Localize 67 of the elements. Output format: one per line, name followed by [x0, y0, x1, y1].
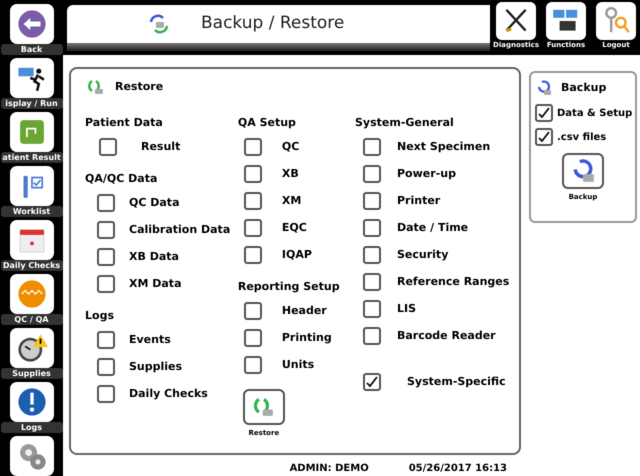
option-label: Data & Setup	[557, 106, 632, 120]
checkbox[interactable]	[244, 302, 262, 320]
window-title: Backup / Restore	[201, 12, 344, 36]
option-label: QC	[282, 138, 300, 155]
option-label: Next Specimen	[397, 138, 490, 155]
checkbox[interactable]	[244, 329, 262, 347]
backup-restore-icon	[147, 12, 171, 36]
checkbox[interactable]	[244, 246, 262, 264]
option-label: EQC	[282, 220, 307, 236]
option-label: Supplies	[129, 358, 182, 375]
option-label: Reference Ranges	[397, 274, 510, 290]
checkbox[interactable]	[363, 219, 381, 237]
section-title: Restore	[115, 78, 164, 95]
group-heading: QA Setup	[238, 115, 297, 131]
checkbox[interactable]	[97, 331, 115, 349]
option-label: Events	[129, 332, 171, 348]
option-label: .csv files	[557, 130, 606, 144]
checkbox[interactable]	[97, 358, 115, 376]
checkbox[interactable]	[97, 385, 115, 403]
checkbox[interactable]	[363, 273, 381, 291]
group-heading: Patient Data	[85, 115, 164, 131]
option-label: Printing	[282, 330, 332, 346]
checkbox[interactable]	[363, 327, 381, 345]
option-label: Calibration Data	[129, 222, 230, 238]
checkbox[interactable]	[363, 373, 381, 391]
checkbox[interactable]	[244, 165, 262, 183]
group-heading: Logs	[85, 308, 115, 324]
checkbox[interactable]	[363, 246, 381, 264]
option-label: LIS	[397, 300, 416, 317]
option-label: XM Data	[129, 276, 182, 292]
checkbox[interactable]	[97, 221, 115, 239]
checkbox[interactable]	[363, 192, 381, 210]
checkbox[interactable]	[97, 275, 115, 293]
option-label: Daily Checks	[129, 386, 208, 402]
option-label: Barcode Reader	[397, 328, 496, 344]
option-label: XB Data	[129, 248, 179, 265]
checkbox[interactable]	[97, 248, 115, 266]
option-label: Power-up	[397, 166, 456, 182]
option-label: XB	[282, 166, 299, 182]
checkbox[interactable]	[363, 300, 381, 318]
checkbox[interactable]	[244, 138, 262, 156]
option-label: IQAP	[282, 246, 312, 263]
option-label: Security	[397, 246, 448, 263]
checkbox[interactable]	[244, 192, 262, 210]
option-label: XM	[282, 192, 302, 209]
backup-icon	[535, 79, 553, 97]
option-label: Header	[282, 302, 327, 319]
checkbox[interactable]	[244, 356, 262, 374]
option-label: QC Data	[129, 194, 180, 211]
group-heading: Reporting Setup	[238, 279, 341, 295]
checkbox[interactable]	[535, 128, 553, 146]
checkbox[interactable]	[363, 138, 381, 156]
group-heading: QA/QC Data	[85, 171, 158, 187]
option-label: Result	[141, 138, 180, 155]
checkbox[interactable]	[97, 194, 115, 212]
date-time: 05/26/2017 16:13	[408, 462, 507, 476]
checkbox[interactable]	[535, 104, 553, 122]
checkbox[interactable]	[363, 165, 381, 183]
checkbox[interactable]	[99, 138, 117, 156]
option-label: System-Specific	[407, 374, 506, 390]
section-title: Backup	[561, 80, 606, 96]
checkbox[interactable]	[244, 219, 262, 237]
option-label: Date / Time	[397, 220, 468, 236]
option-label: Printer	[397, 192, 440, 209]
group-heading: System-General	[355, 115, 455, 131]
user-label: ADMIN: DEMO	[290, 462, 369, 476]
option-label: Units	[282, 356, 314, 373]
